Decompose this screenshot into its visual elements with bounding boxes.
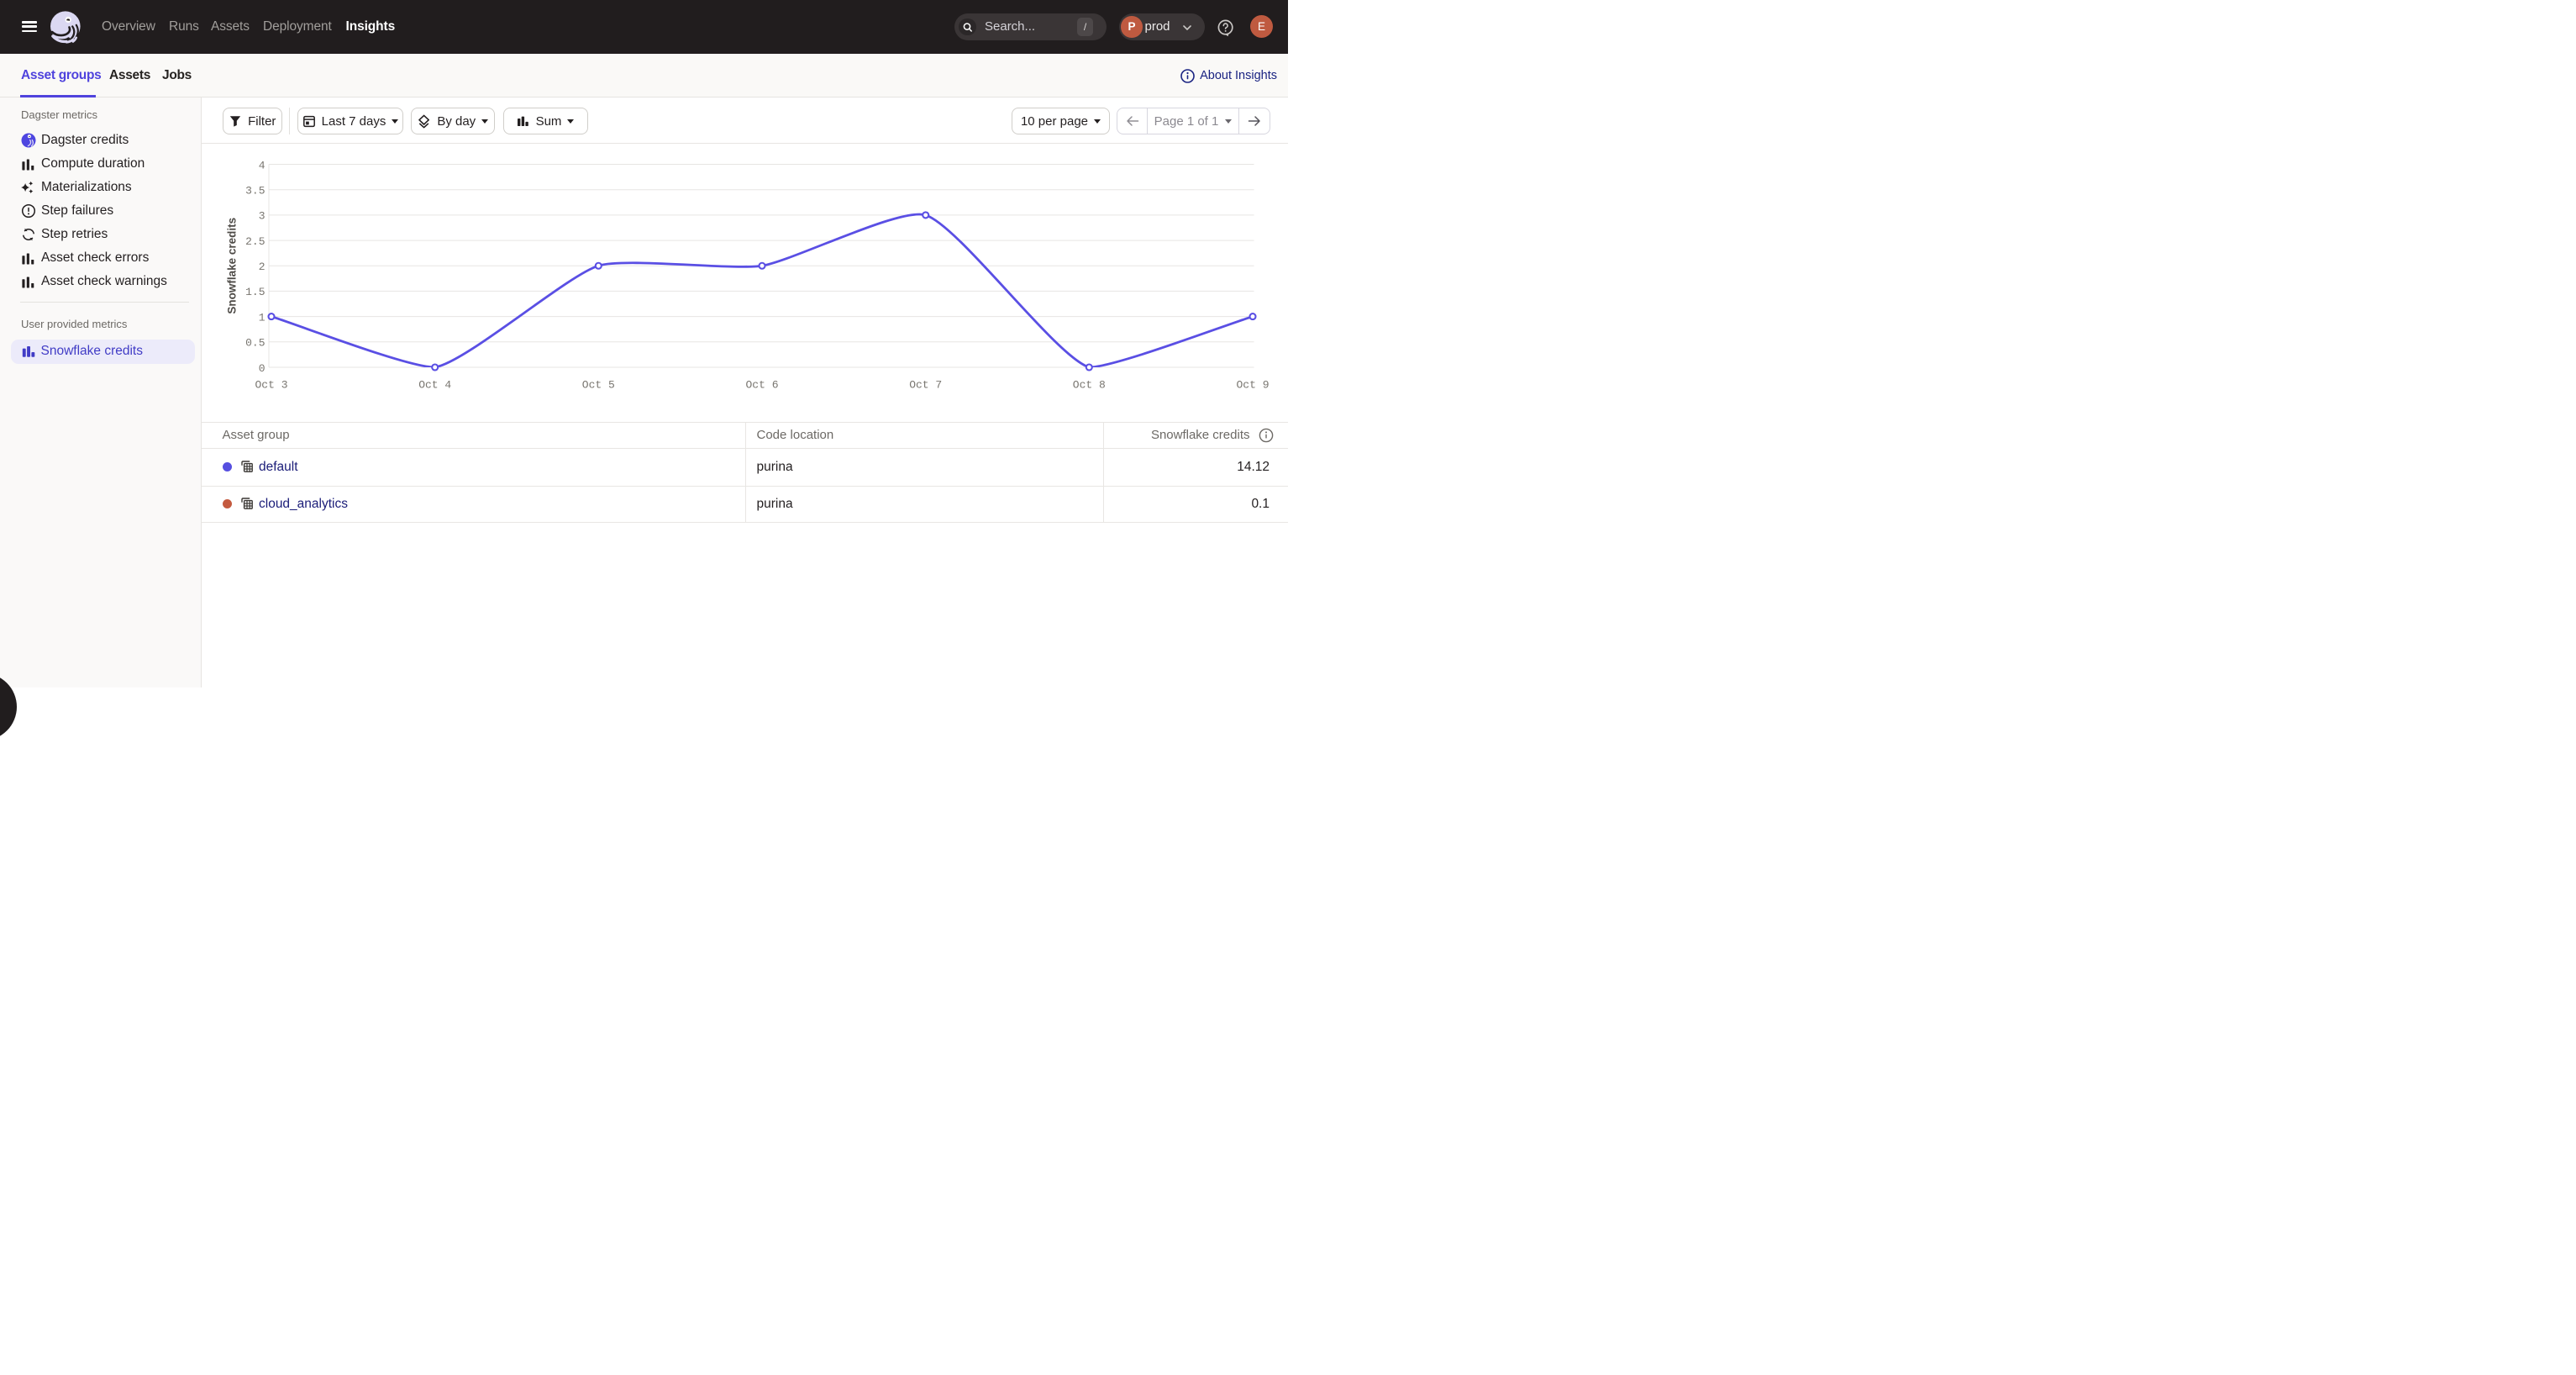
svg-text:Snowflake credits: Snowflake credits — [226, 218, 239, 314]
svg-text:1.5: 1.5 — [245, 286, 265, 298]
svg-text:2.5: 2.5 — [245, 235, 265, 248]
svg-text:3: 3 — [259, 210, 265, 223]
svg-text:Oct 7: Oct 7 — [909, 379, 942, 392]
svg-text:Oct 3: Oct 3 — [255, 379, 287, 392]
svg-text:Oct 6: Oct 6 — [745, 379, 778, 392]
svg-text:3.5: 3.5 — [245, 185, 265, 198]
svg-text:Oct 8: Oct 8 — [1073, 379, 1106, 392]
svg-text:Oct 5: Oct 5 — [582, 379, 615, 392]
svg-text:0: 0 — [259, 362, 265, 375]
svg-text:Oct 9: Oct 9 — [1236, 379, 1269, 392]
svg-text:Oct 4: Oct 4 — [418, 379, 451, 392]
svg-text:1: 1 — [259, 311, 265, 324]
svg-text:2: 2 — [259, 261, 265, 273]
svg-text:4: 4 — [259, 159, 265, 171]
svg-text:0.5: 0.5 — [245, 337, 265, 350]
